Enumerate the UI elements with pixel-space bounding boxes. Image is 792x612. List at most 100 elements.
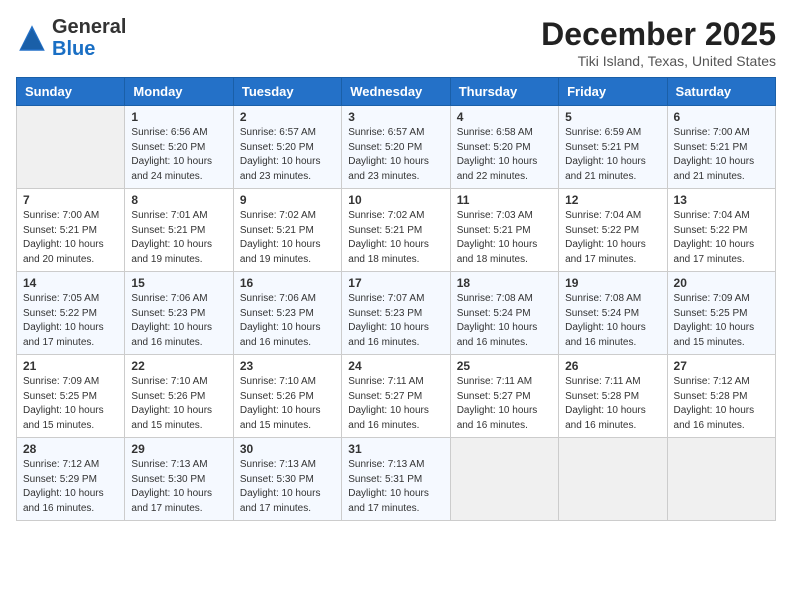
calendar-cell: 2Sunrise: 6:57 AM Sunset: 5:20 PM Daylig…	[233, 106, 341, 189]
day-number: 9	[240, 193, 335, 207]
calendar-header-row: SundayMondayTuesdayWednesdayThursdayFrid…	[17, 78, 776, 106]
calendar-cell: 13Sunrise: 7:04 AM Sunset: 5:22 PM Dayli…	[667, 189, 775, 272]
day-number: 12	[565, 193, 660, 207]
day-number: 19	[565, 276, 660, 290]
day-number: 8	[131, 193, 226, 207]
day-info: Sunrise: 7:02 AM Sunset: 5:21 PM Dayligh…	[348, 209, 443, 267]
calendar-cell: 4 Sunrise: 6:58 AM Sunset: 5:20 PM Daylig…	[450, 106, 558, 189]
calendar-cell: 17 Sunrise: 7:07 AM Sunset: 5:23 PM Dayli…	[342, 272, 450, 355]
day-number: 16	[240, 276, 335, 290]
day-number: 28	[23, 442, 118, 456]
col-header-thursday: Thursday	[450, 78, 558, 106]
calendar-cell: 8Sunrise: 7:01 AM Sunset: 5:21 PM Daylig…	[125, 189, 233, 272]
day-info: Sunrise: 7:06 AM Sunset: 5:23 PM Dayligh…	[131, 292, 226, 350]
day-info: Sunrise: 6:57 AM Sunset: 5:20 PM Dayligh…	[348, 126, 443, 184]
day-info: Sunrise: 7:02 AM Sunset: 5:21 PM Dayligh…	[240, 209, 335, 267]
day-info: Sunrise: 7:13 AM Sunset: 5:30 PM Dayligh…	[131, 458, 226, 516]
day-number: 18	[457, 276, 552, 290]
day-info: Sunrise: 7:06 AM Sunset: 5:23 PM Dayligh…	[240, 292, 335, 350]
day-number: 24	[348, 359, 443, 373]
day-info: Sunrise: 7:09 AM Sunset: 5:25 PM Dayligh…	[23, 375, 118, 433]
calendar-cell: 9 Sunrise: 7:02 AM Sunset: 5:21 PM Daylig…	[233, 189, 341, 272]
calendar-cell: 14 Sunrise: 7:05 AM Sunset: 5:22 PM Dayli…	[17, 272, 125, 355]
day-info: Sunrise: 6:59 AM Sunset: 5:21 PM Dayligh…	[565, 126, 660, 184]
col-header-monday: Monday	[125, 78, 233, 106]
calendar-cell: 30Sunrise: 7:13 AM Sunset: 5:30 PM Dayli…	[233, 438, 341, 521]
day-number: 29	[131, 442, 226, 456]
calendar-cell: 27 Sunrise: 7:12 AM Sunset: 5:28 PM Dayli…	[667, 355, 775, 438]
calendar-cell	[17, 106, 125, 189]
day-number: 1	[131, 110, 226, 124]
calendar-cell: 20Sunrise: 7:09 AM Sunset: 5:25 PM Dayli…	[667, 272, 775, 355]
day-info: Sunrise: 7:05 AM Sunset: 5:22 PM Dayligh…	[23, 292, 118, 350]
calendar-cell: 19Sunrise: 7:08 AM Sunset: 5:24 PM Dayli…	[559, 272, 667, 355]
calendar-cell: 25Sunrise: 7:11 AM Sunset: 5:27 PM Dayli…	[450, 355, 558, 438]
calendar-cell: 3 Sunrise: 6:57 AM Sunset: 5:20 PM Daylig…	[342, 106, 450, 189]
calendar-cell: 31 Sunrise: 7:13 AM Sunset: 5:31 PM Dayli…	[342, 438, 450, 521]
calendar-cell: 1 Sunrise: 6:56 AM Sunset: 5:20 PM Daylig…	[125, 106, 233, 189]
day-info: Sunrise: 7:10 AM Sunset: 5:26 PM Dayligh…	[131, 375, 226, 433]
title-block: December 2025 Tiki Island, Texas, United…	[541, 16, 776, 69]
day-number: 4	[457, 110, 552, 124]
calendar-cell	[667, 438, 775, 521]
col-header-sunday: Sunday	[17, 78, 125, 106]
location-text: Tiki Island, Texas, United States	[541, 53, 776, 69]
day-number: 5	[565, 110, 660, 124]
month-year-title: December 2025	[541, 16, 776, 53]
day-info: Sunrise: 7:04 AM Sunset: 5:22 PM Dayligh…	[674, 209, 769, 267]
day-number: 22	[131, 359, 226, 373]
logo-icon	[16, 22, 48, 54]
day-number: 27	[674, 359, 769, 373]
day-number: 26	[565, 359, 660, 373]
col-header-friday: Friday	[559, 78, 667, 106]
day-number: 6	[674, 110, 769, 124]
day-info: Sunrise: 6:58 AM Sunset: 5:20 PM Dayligh…	[457, 126, 552, 184]
day-info: Sunrise: 7:11 AM Sunset: 5:27 PM Dayligh…	[348, 375, 443, 433]
day-info: Sunrise: 7:07 AM Sunset: 5:23 PM Dayligh…	[348, 292, 443, 350]
day-info: Sunrise: 7:00 AM Sunset: 5:21 PM Dayligh…	[674, 126, 769, 184]
day-info: Sunrise: 7:08 AM Sunset: 5:24 PM Dayligh…	[457, 292, 552, 350]
calendar-cell: 6 Sunrise: 7:00 AM Sunset: 5:21 PM Daylig…	[667, 106, 775, 189]
day-number: 25	[457, 359, 552, 373]
calendar-cell: 7 Sunrise: 7:00 AM Sunset: 5:21 PM Daylig…	[17, 189, 125, 272]
calendar-week-2: 7 Sunrise: 7:00 AM Sunset: 5:21 PM Daylig…	[17, 189, 776, 272]
day-number: 31	[348, 442, 443, 456]
day-info: Sunrise: 6:57 AM Sunset: 5:20 PM Dayligh…	[240, 126, 335, 184]
col-header-wednesday: Wednesday	[342, 78, 450, 106]
calendar-cell	[450, 438, 558, 521]
calendar-cell: 24 Sunrise: 7:11 AM Sunset: 5:27 PM Dayli…	[342, 355, 450, 438]
calendar-week-3: 14 Sunrise: 7:05 AM Sunset: 5:22 PM Dayli…	[17, 272, 776, 355]
calendar-cell: 26 Sunrise: 7:11 AM Sunset: 5:28 PM Dayli…	[559, 355, 667, 438]
day-info: Sunrise: 7:11 AM Sunset: 5:28 PM Dayligh…	[565, 375, 660, 433]
day-number: 17	[348, 276, 443, 290]
calendar-cell: 18 Sunrise: 7:08 AM Sunset: 5:24 PM Dayli…	[450, 272, 558, 355]
day-number: 10	[348, 193, 443, 207]
day-number: 23	[240, 359, 335, 373]
calendar-cell: 22 Sunrise: 7:10 AM Sunset: 5:26 PM Dayli…	[125, 355, 233, 438]
day-info: Sunrise: 6:56 AM Sunset: 5:20 PM Dayligh…	[131, 126, 226, 184]
logo-blue: Blue	[52, 38, 95, 60]
calendar-cell: 23Sunrise: 7:10 AM Sunset: 5:26 PM Dayli…	[233, 355, 341, 438]
day-info: Sunrise: 7:04 AM Sunset: 5:22 PM Dayligh…	[565, 209, 660, 267]
day-number: 3	[348, 110, 443, 124]
day-info: Sunrise: 7:00 AM Sunset: 5:21 PM Dayligh…	[23, 209, 118, 267]
day-number: 30	[240, 442, 335, 456]
day-number: 11	[457, 193, 552, 207]
day-number: 7	[23, 193, 118, 207]
logo-general: General	[52, 16, 126, 38]
logo: General Blue	[16, 16, 126, 60]
calendar-cell: 12 Sunrise: 7:04 AM Sunset: 5:22 PM Dayli…	[559, 189, 667, 272]
col-header-saturday: Saturday	[667, 78, 775, 106]
logo-text: General Blue	[52, 16, 126, 60]
col-header-tuesday: Tuesday	[233, 78, 341, 106]
calendar-week-5: 28Sunrise: 7:12 AM Sunset: 5:29 PM Dayli…	[17, 438, 776, 521]
day-number: 14	[23, 276, 118, 290]
calendar-week-1: 1 Sunrise: 6:56 AM Sunset: 5:20 PM Daylig…	[17, 106, 776, 189]
calendar-cell	[559, 438, 667, 521]
page-header: General Blue December 2025 Tiki Island, …	[16, 16, 776, 69]
calendar-cell: 16 Sunrise: 7:06 AM Sunset: 5:23 PM Dayli…	[233, 272, 341, 355]
day-info: Sunrise: 7:12 AM Sunset: 5:28 PM Dayligh…	[674, 375, 769, 433]
day-info: Sunrise: 7:13 AM Sunset: 5:31 PM Dayligh…	[348, 458, 443, 516]
day-number: 15	[131, 276, 226, 290]
calendar-table: SundayMondayTuesdayWednesdayThursdayFrid…	[16, 77, 776, 521]
